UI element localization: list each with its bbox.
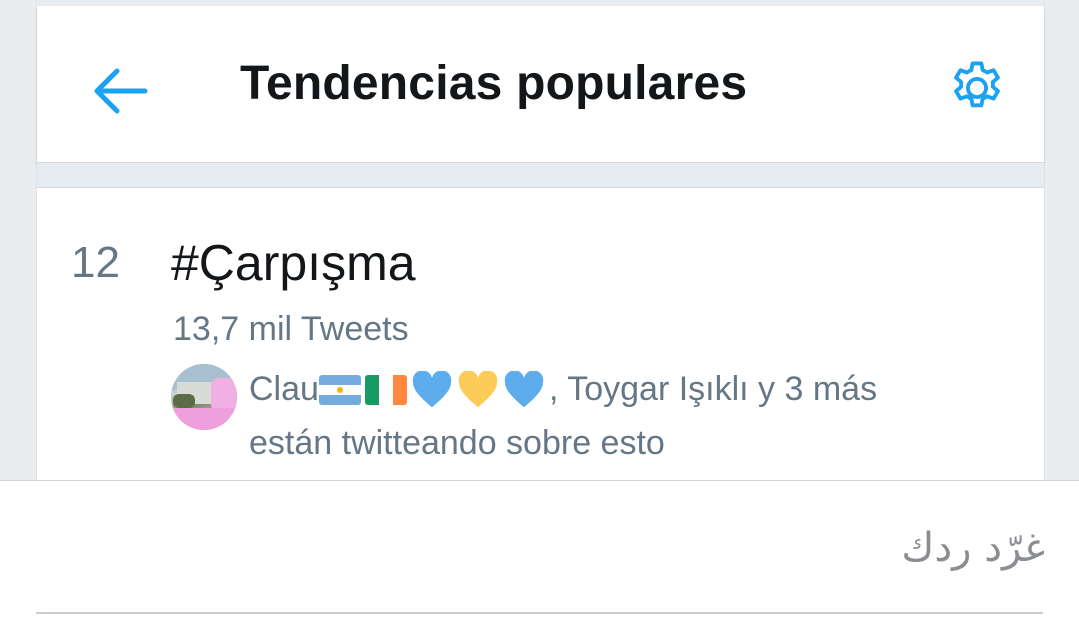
reply-composer[interactable]: غرّد ردك: [0, 480, 1079, 622]
trend-item[interactable]: 12 #Çarpışma 13,7 mil Tweets Clau , Toyg…: [37, 187, 1044, 481]
back-button[interactable]: [93, 63, 149, 119]
settings-button[interactable]: [945, 56, 1009, 120]
blue-heart-icon: [504, 370, 544, 407]
phone-screen: Tendencias populares 12 #Çarpışma 13,7 m…: [36, 0, 1045, 481]
avatar[interactable]: [171, 364, 237, 430]
trend-tweet-count: 13,7 mil Tweets: [173, 310, 409, 348]
social-others: , Toygar Işıklı y 3 más: [548, 370, 878, 408]
trend-name[interactable]: #Çarpışma: [171, 234, 416, 292]
ireland-flag-icon: [364, 374, 407, 405]
gear-icon: [954, 61, 1000, 108]
screenshot-stage: Tendencias populares 12 #Çarpışma 13,7 m…: [0, 0, 1079, 622]
reply-input-underline: [36, 612, 1043, 614]
app-header: Tendencias populares: [37, 6, 1044, 163]
argentina-flag-icon: [318, 374, 361, 405]
section-gap: [37, 163, 1044, 187]
arrow-left-icon: [94, 68, 148, 114]
social-context: Clau , Toygar Işıklı y 3 más: [249, 370, 877, 409]
yellow-heart-icon: [458, 370, 498, 407]
social-context-line2: están twitteando sobre esto: [249, 424, 665, 462]
trend-rank: 12: [71, 238, 120, 287]
reply-input[interactable]: غرّد ردك: [901, 525, 1045, 571]
page-title: Tendencias populares: [240, 57, 748, 110]
social-user-name: Clau: [249, 370, 319, 408]
blue-heart-icon: [412, 370, 452, 407]
